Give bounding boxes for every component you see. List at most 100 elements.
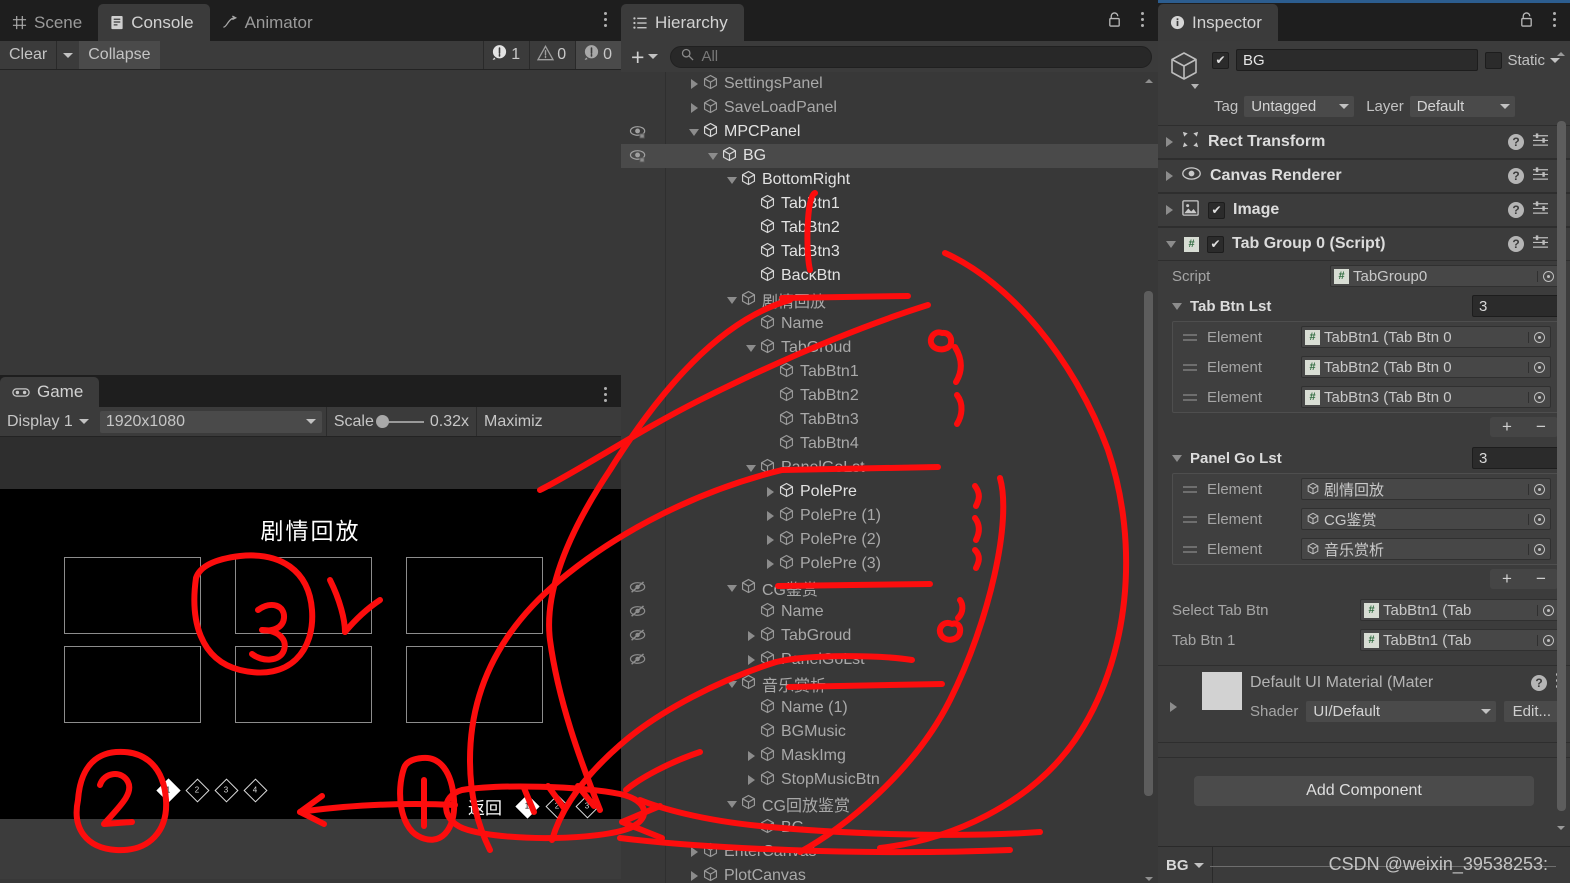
object-picker-icon[interactable] <box>1528 331 1550 343</box>
eye-off-icon[interactable] <box>621 648 665 672</box>
hierarchy-item-音乐赏析[interactable]: 音乐赏析 <box>621 672 1158 696</box>
hierarchy-item-PanelGoLst[interactable]: PanelGoLst <box>621 456 1158 480</box>
element-object-field[interactable]: CG鉴赏 <box>1301 508 1551 530</box>
hierarchy-item-TabBtn4[interactable]: TabBtn4 <box>621 432 1158 456</box>
add-element-button[interactable]: + <box>1490 417 1524 437</box>
hierarchy-item-BG[interactable]: BG <box>621 144 1158 168</box>
eye-off-icon[interactable] <box>621 624 665 648</box>
back-button-label[interactable]: 返回 <box>468 794 502 819</box>
clear-dropdown-icon[interactable] <box>57 41 79 69</box>
hierarchy-item-TabBtn1[interactable]: TabBtn1 <box>621 192 1158 216</box>
eye-off-icon[interactable] <box>621 600 665 624</box>
select-tab-btn-field[interactable]: # TabBtn1 (Tab <box>1360 599 1560 621</box>
tab-animator[interactable]: Animator <box>210 4 329 41</box>
hierarchy-item-PolePre[interactable]: PolePre <box>621 480 1158 504</box>
list-item[interactable]: Element # TabBtn3 (Tab Btn 0 <box>1173 382 1559 412</box>
tag-dropdown[interactable]: Untagged <box>1244 96 1355 117</box>
inspector-scrollbar-thumb[interactable] <box>1557 121 1566 811</box>
hierarchy-tree[interactable]: SettingsPanel SaveLoadPanel MPCPanel BG Bott… <box>621 72 1158 883</box>
game-cell[interactable] <box>64 646 201 723</box>
object-picker-icon[interactable] <box>1528 361 1550 373</box>
component-tab-group-0[interactable]: # Tab Group 0 (Script) ? <box>1158 227 1570 261</box>
shader-edit-button[interactable]: Edit... <box>1503 701 1560 722</box>
help-icon[interactable]: ? <box>1508 134 1524 150</box>
collapse-arrow-icon[interactable] <box>724 584 740 592</box>
game-cell[interactable] <box>64 557 201 634</box>
hierarchy-item-SettingsPanel[interactable]: SettingsPanel <box>621 72 1158 96</box>
hierarchy-options-icon[interactable] <box>1134 8 1150 30</box>
hierarchy-item-PlotCanvas[interactable]: PlotCanvas <box>621 864 1158 883</box>
drag-handle-icon[interactable] <box>1183 485 1197 493</box>
error-counter[interactable]: 1 <box>483 41 529 69</box>
object-picker-icon[interactable] <box>1528 513 1550 525</box>
hierarchy-item-EnterCanvas[interactable]: EnterCanvas <box>621 840 1158 864</box>
preset-icon[interactable] <box>1532 166 1549 186</box>
element-object-field[interactable]: 剧情回放 <box>1301 478 1551 500</box>
hierarchy-item-PanelGoLst[interactable]: PanelGoLst <box>621 648 1158 672</box>
hierarchy-item-TabGroud[interactable]: TabGroud <box>621 336 1158 360</box>
tab-dot-2[interactable]: 2 <box>545 794 570 819</box>
tab-btn-lst-size[interactable]: 3 <box>1472 295 1560 317</box>
drag-handle-icon[interactable] <box>1183 515 1197 523</box>
hierarchy-item-PolePre (2)[interactable]: PolePre (2) <box>621 528 1158 552</box>
game-cell[interactable] <box>406 646 543 723</box>
hierarchy-item-BackBtn[interactable]: BackBtn <box>621 264 1158 288</box>
hierarchy-item-TabBtn3[interactable]: TabBtn3 <box>621 240 1158 264</box>
hierarchy-item-TabBtn2[interactable]: TabBtn2 <box>621 384 1158 408</box>
page-dot-2[interactable]: 2 <box>185 778 210 803</box>
hierarchy-item-BGMusic[interactable]: BGMusic <box>621 720 1158 744</box>
tab-console[interactable]: Console <box>98 4 210 41</box>
hierarchy-item-TabBtn3[interactable]: TabBtn3 <box>621 408 1158 432</box>
lock-icon[interactable] <box>1107 11 1124 29</box>
hierarchy-item-TabGroud[interactable]: TabGroud <box>621 624 1158 648</box>
drag-handle-icon[interactable] <box>1183 393 1197 401</box>
expand-arrow-icon[interactable] <box>686 871 702 881</box>
preset-icon[interactable] <box>1532 234 1549 254</box>
collapse-arrow-icon[interactable] <box>1172 302 1182 310</box>
expand-arrow-icon[interactable] <box>762 511 778 521</box>
collapse-arrow-icon[interactable] <box>724 800 740 808</box>
tab-inspector[interactable]: Inspector <box>1158 4 1278 41</box>
static-toggle[interactable]: Static <box>1485 51 1560 69</box>
help-icon[interactable]: ? <box>1531 675 1547 691</box>
drag-handle-icon[interactable] <box>1183 333 1197 341</box>
element-object-field[interactable]: # TabBtn2 (Tab Btn 0 <box>1301 356 1551 378</box>
element-object-field[interactable]: 音乐赏析 <box>1301 538 1551 560</box>
collapse-arrow-icon[interactable] <box>743 344 759 352</box>
collapse-arrow-icon[interactable] <box>1166 240 1176 248</box>
inspector-options-icon[interactable] <box>1546 8 1562 30</box>
hierarchy-item-MaskImg[interactable]: MaskImg <box>621 744 1158 768</box>
page-dot-1[interactable]: 1 <box>156 778 181 803</box>
hierarchy-item-CG回放鉴赏[interactable]: CG回放鉴赏 <box>621 792 1158 816</box>
list-item[interactable]: Element # TabBtn2 (Tab Btn 0 <box>1173 352 1559 382</box>
game-cell[interactable] <box>235 646 372 723</box>
object-picker-icon[interactable] <box>1528 543 1550 555</box>
tab-hierarchy[interactable]: Hierarchy <box>621 4 744 41</box>
component-canvas-renderer[interactable]: Canvas Renderer ? <box>1158 159 1570 193</box>
expand-arrow-icon[interactable] <box>1166 171 1173 181</box>
inspector-scrollbar[interactable] <box>1556 65 1567 820</box>
object-enabled-checkbox[interactable] <box>1212 51 1229 69</box>
list-item[interactable]: Element 音乐赏析 <box>1173 534 1559 564</box>
scale-slider[interactable]: Scale 0.32x <box>327 407 476 436</box>
collapse-arrow-icon[interactable] <box>686 128 702 136</box>
list-item[interactable]: Element 剧情回放 <box>1173 474 1559 504</box>
expand-arrow-icon[interactable] <box>686 103 702 113</box>
hierarchy-item-BottomRight[interactable]: BottomRight <box>621 168 1158 192</box>
tab-btn-1-field[interactable]: # TabBtn1 (Tab <box>1360 629 1560 651</box>
scroll-up-icon[interactable] <box>1554 47 1568 66</box>
expand-arrow-icon[interactable] <box>762 559 778 569</box>
hierarchy-item-TabBtn2[interactable]: TabBtn2 <box>621 216 1158 240</box>
expand-arrow-icon[interactable] <box>686 79 702 89</box>
game-options-icon[interactable] <box>597 383 613 405</box>
expand-arrow-icon[interactable] <box>743 631 759 641</box>
clear-button[interactable]: Clear <box>0 41 56 69</box>
list-item[interactable]: Element # TabBtn1 (Tab Btn 0 <box>1173 322 1559 352</box>
game-cell[interactable] <box>235 557 372 634</box>
hierarchy-item-BG[interactable]: BG <box>621 816 1158 840</box>
collapse-button[interactable]: Collapse <box>79 41 160 69</box>
panel-go-lst-header[interactable]: Panel Go Lst 3 <box>1158 443 1570 473</box>
expand-arrow-icon[interactable] <box>1166 205 1173 215</box>
display-dropdown[interactable]: Display 1 <box>0 407 96 436</box>
object-picker-icon[interactable] <box>1528 391 1550 403</box>
